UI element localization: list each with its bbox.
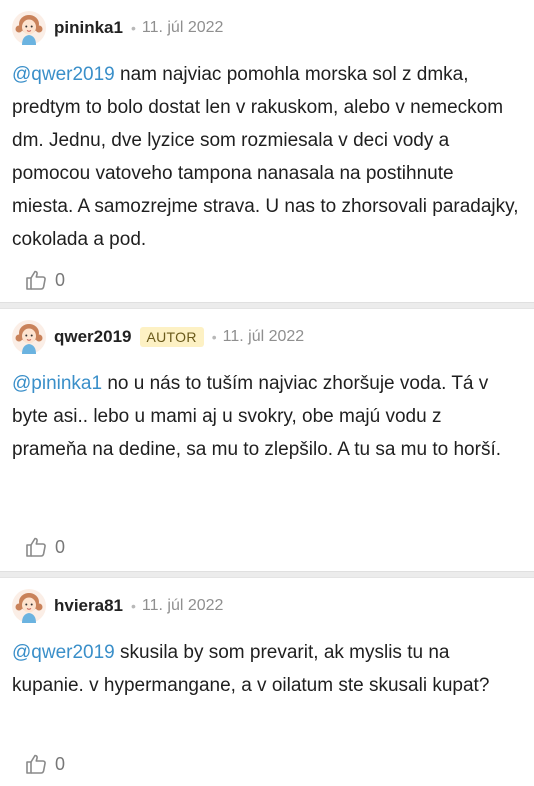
like-button[interactable]: 0 <box>24 268 65 292</box>
avatar[interactable] <box>12 589 46 623</box>
comment-header: qwer2019 AUTOR • 11. júl 2022 <box>12 319 304 355</box>
author-badge: AUTOR <box>139 327 204 347</box>
like-button[interactable]: 0 <box>24 752 65 776</box>
comment-date: 11. júl 2022 <box>222 328 305 345</box>
mention-link[interactable]: @pininka1 <box>12 373 102 394</box>
comment: hviera81 • 11. júl 2022 @qwer2019 skusil… <box>0 578 534 786</box>
comment: qwer2019 AUTOR • 11. júl 2022 @pininka1 … <box>0 309 534 571</box>
comment-separator <box>0 571 534 578</box>
comment-date: 11. júl 2022 <box>141 597 224 614</box>
comment-separator <box>0 302 534 309</box>
comment-text: @pininka1 no u nás to tuším najviac zhor… <box>12 367 520 466</box>
comment-body: nam najviac pomohla morska sol z dmka, p… <box>12 64 519 250</box>
comment-text: @qwer2019 nam najviac pomohla morska sol… <box>12 58 520 256</box>
thumbs-up-icon <box>24 752 48 776</box>
author-name[interactable]: hviera81 <box>54 596 123 616</box>
comment-header: pininka1 • 11. júl 2022 <box>12 10 223 46</box>
separator-dot: • <box>211 329 217 345</box>
author-name[interactable]: pininka1 <box>54 18 123 38</box>
comment-header: hviera81 • 11. júl 2022 <box>12 588 223 624</box>
like-count: 0 <box>55 753 66 774</box>
mention-link[interactable]: @qwer2019 <box>12 64 115 85</box>
like-count: 0 <box>55 536 66 557</box>
like-button[interactable]: 0 <box>24 535 65 559</box>
avatar[interactable] <box>12 320 46 354</box>
mention-link[interactable]: @qwer2019 <box>12 642 115 663</box>
comment-text: @qwer2019 skusila by som prevarit, ak my… <box>12 636 520 702</box>
author-name[interactable]: qwer2019 <box>54 327 132 347</box>
separator-dot: • <box>131 598 136 614</box>
comment-date: 11. júl 2022 <box>141 19 224 36</box>
like-count: 0 <box>55 269 66 290</box>
thumbs-up-icon <box>24 268 48 292</box>
avatar[interactable] <box>12 11 46 45</box>
comment: pininka1 • 11. júl 2022 @qwer2019 nam na… <box>0 0 534 302</box>
separator-dot: • <box>130 20 136 36</box>
thumbs-up-icon <box>24 535 48 559</box>
